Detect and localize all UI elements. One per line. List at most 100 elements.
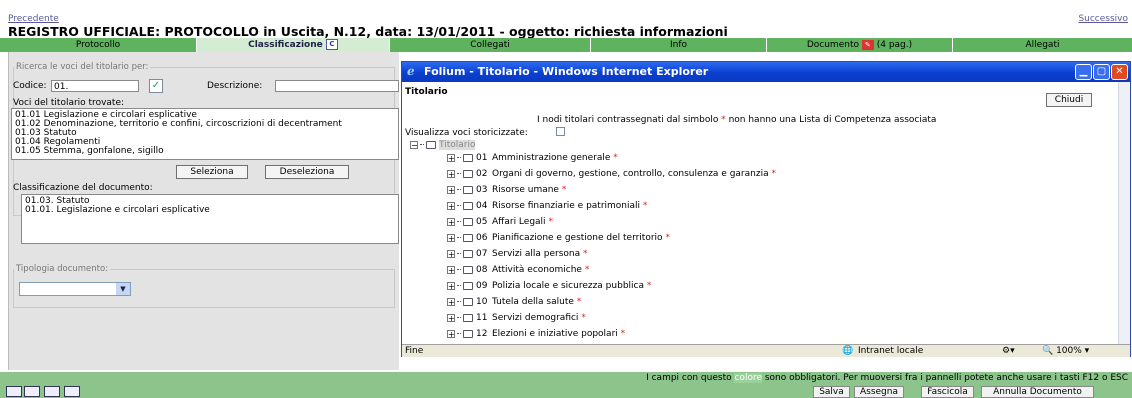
codice-checkbox[interactable]: ✓ bbox=[149, 79, 163, 93]
select-button[interactable]: Seleziona bbox=[176, 165, 248, 179]
tab-classificazione[interactable]: Classificazione C bbox=[197, 38, 390, 52]
tree-item[interactable]: +09 Polizia locale e sicurezza pubblica * bbox=[447, 279, 651, 293]
tipologia-select[interactable]: ▼ bbox=[19, 282, 131, 296]
classification-label: Classificazione del documento: bbox=[13, 183, 153, 193]
expand-icon[interactable]: + bbox=[447, 185, 455, 194]
folder-icon bbox=[463, 249, 473, 258]
expand-icon[interactable]: + bbox=[447, 169, 455, 178]
salva-button[interactable]: Salva bbox=[813, 386, 850, 398]
tree-item[interactable]: +06 Pianificazione e gestione del territo… bbox=[447, 231, 670, 245]
item-label[interactable]: Organi di governo, gestione, controllo, … bbox=[492, 169, 769, 179]
item-label[interactable]: Attività economiche bbox=[492, 265, 582, 275]
required-star: * bbox=[613, 153, 618, 163]
item-label[interactable]: Servizi alla persona bbox=[492, 249, 580, 259]
next-link[interactable]: Successivo bbox=[1078, 14, 1128, 24]
print-receipt-icon[interactable] bbox=[24, 386, 40, 397]
tree-item[interactable]: +05 Affari Legali * bbox=[447, 215, 553, 229]
descrizione-label: Descrizione: bbox=[207, 81, 263, 91]
collapse-icon[interactable]: − bbox=[410, 140, 418, 149]
folder-icon bbox=[463, 281, 473, 290]
ie-icon: ℯ bbox=[407, 64, 415, 78]
titolario-heading: Titolario bbox=[405, 87, 448, 97]
item-code: 08 bbox=[476, 265, 488, 275]
expand-icon[interactable]: + bbox=[447, 233, 455, 242]
folder-icon bbox=[463, 153, 473, 162]
zoom-control[interactable]: 🔍 100% ▾ bbox=[1042, 345, 1089, 357]
vertical-scrollbar[interactable] bbox=[1118, 82, 1130, 344]
expand-icon[interactable]: + bbox=[447, 249, 455, 258]
item-label[interactable]: Pianificazione e gestione del territorio bbox=[492, 233, 663, 243]
hint-color-sample: colore bbox=[734, 373, 762, 383]
tree-item[interactable]: +08 Attività economiche * bbox=[447, 263, 589, 277]
chevron-down-icon[interactable]: ▼ bbox=[116, 283, 130, 295]
close-window-button[interactable]: ✕ bbox=[1111, 64, 1128, 80]
tree-item[interactable]: +04 Risorse finanziarie e patrimoniali * bbox=[447, 199, 647, 213]
required-star: * bbox=[548, 217, 553, 227]
tree-item[interactable]: +01 Amministrazione generale * bbox=[447, 151, 618, 165]
print-label-icon[interactable] bbox=[6, 386, 22, 397]
classification-list[interactable]: 01.03. Statuto 01.01. Legislazione e cir… bbox=[21, 194, 399, 244]
tab-documento[interactable]: Documento ✎ (4 pag.) bbox=[767, 38, 953, 52]
status-text: Fine bbox=[405, 346, 424, 356]
window-title-bar[interactable]: ℯ Folium - Titolario - Windows Internet … bbox=[402, 62, 1130, 82]
tab-bar: Protocollo Classificazione C Collegati I… bbox=[0, 38, 1132, 52]
assegna-button[interactable]: Assegna bbox=[854, 386, 904, 398]
list-item[interactable]: 01.05 Stemma, gonfalone, sigillo bbox=[15, 147, 395, 156]
previous-link[interactable]: Precedente bbox=[8, 14, 59, 24]
required-star: * bbox=[584, 265, 590, 275]
tab-protocollo[interactable]: Protocollo bbox=[0, 38, 197, 52]
tree-connector bbox=[457, 253, 461, 254]
descrizione-input[interactable] bbox=[275, 80, 399, 92]
item-label[interactable]: Polizia locale e sicurezza pubblica bbox=[492, 281, 644, 291]
printer-icon[interactable] bbox=[64, 386, 80, 397]
item-code: 04 bbox=[476, 201, 488, 211]
chiudi-button[interactable]: Chiudi bbox=[1046, 93, 1092, 107]
expand-icon[interactable]: + bbox=[447, 297, 455, 306]
deselect-button[interactable]: Deseleziona bbox=[265, 165, 349, 179]
expand-icon[interactable]: + bbox=[447, 313, 455, 322]
item-code: 05 bbox=[476, 217, 488, 227]
required-star: * bbox=[576, 297, 582, 307]
minimize-button[interactable]: ▁ bbox=[1075, 64, 1092, 80]
tree-item[interactable]: +12 Elezioni e iniziative popolari * bbox=[447, 327, 625, 341]
folder-icon bbox=[426, 140, 436, 149]
item-label[interactable]: Amministrazione generale bbox=[492, 153, 610, 163]
tree-item[interactable]: +07 Servizi alla persona * bbox=[447, 247, 588, 261]
required-star: * bbox=[620, 329, 626, 339]
tree-connector bbox=[420, 144, 424, 145]
expand-icon[interactable]: + bbox=[447, 153, 455, 162]
tab-label: Info bbox=[669, 40, 688, 50]
expand-icon[interactable]: + bbox=[447, 281, 455, 290]
item-label[interactable]: Elezioni e iniziative popolari bbox=[492, 329, 618, 339]
codice-input[interactable]: 01. bbox=[51, 80, 139, 92]
maximize-button[interactable]: ▢ bbox=[1093, 64, 1110, 80]
item-label[interactable]: Risorse finanziarie e patrimoniali bbox=[492, 201, 640, 211]
item-label[interactable]: Risorse umane bbox=[492, 185, 562, 195]
item-label[interactable]: Tutela della salute bbox=[492, 297, 574, 307]
item-code: 11 bbox=[476, 313, 488, 323]
expand-icon[interactable]: + bbox=[447, 217, 455, 226]
list-item[interactable]: 01.01. Legislazione e circolari esplicat… bbox=[25, 206, 395, 215]
tab-info[interactable]: Info bbox=[591, 38, 767, 52]
tree-item[interactable]: +11 Servizi demografici * bbox=[447, 311, 586, 325]
found-list[interactable]: 01.01 Legislazione e circolari esplicati… bbox=[11, 108, 399, 160]
preview-icon[interactable] bbox=[44, 386, 60, 397]
expand-icon[interactable]: + bbox=[447, 265, 455, 274]
expand-icon[interactable]: + bbox=[447, 201, 455, 210]
history-checkbox[interactable] bbox=[556, 127, 565, 136]
tree-item[interactable]: +02 Organi di governo, gestione, controll… bbox=[447, 167, 776, 181]
history-label: Visualizza voci storicizzate: bbox=[405, 128, 528, 138]
tab-collegati[interactable]: Collegati bbox=[390, 38, 591, 52]
fascicola-button[interactable]: Fascicola bbox=[921, 386, 974, 398]
tab-allegati[interactable]: Allegati bbox=[953, 38, 1132, 52]
annulla-documento-button[interactable]: Annulla Documento bbox=[981, 386, 1094, 398]
protected-mode-icon[interactable]: ⚙▾ bbox=[1002, 345, 1015, 357]
tree-item[interactable]: +10 Tutela della salute * bbox=[447, 295, 581, 309]
item-code: 02 bbox=[476, 169, 488, 179]
item-label[interactable]: Affari Legali bbox=[492, 217, 546, 227]
tree-item[interactable]: +03 Risorse umane * bbox=[447, 183, 566, 197]
folder-icon bbox=[463, 329, 473, 338]
item-label[interactable]: Servizi demografici bbox=[492, 313, 578, 323]
tree-root[interactable]: − Titolario bbox=[410, 138, 476, 152]
expand-icon[interactable]: + bbox=[447, 329, 455, 338]
